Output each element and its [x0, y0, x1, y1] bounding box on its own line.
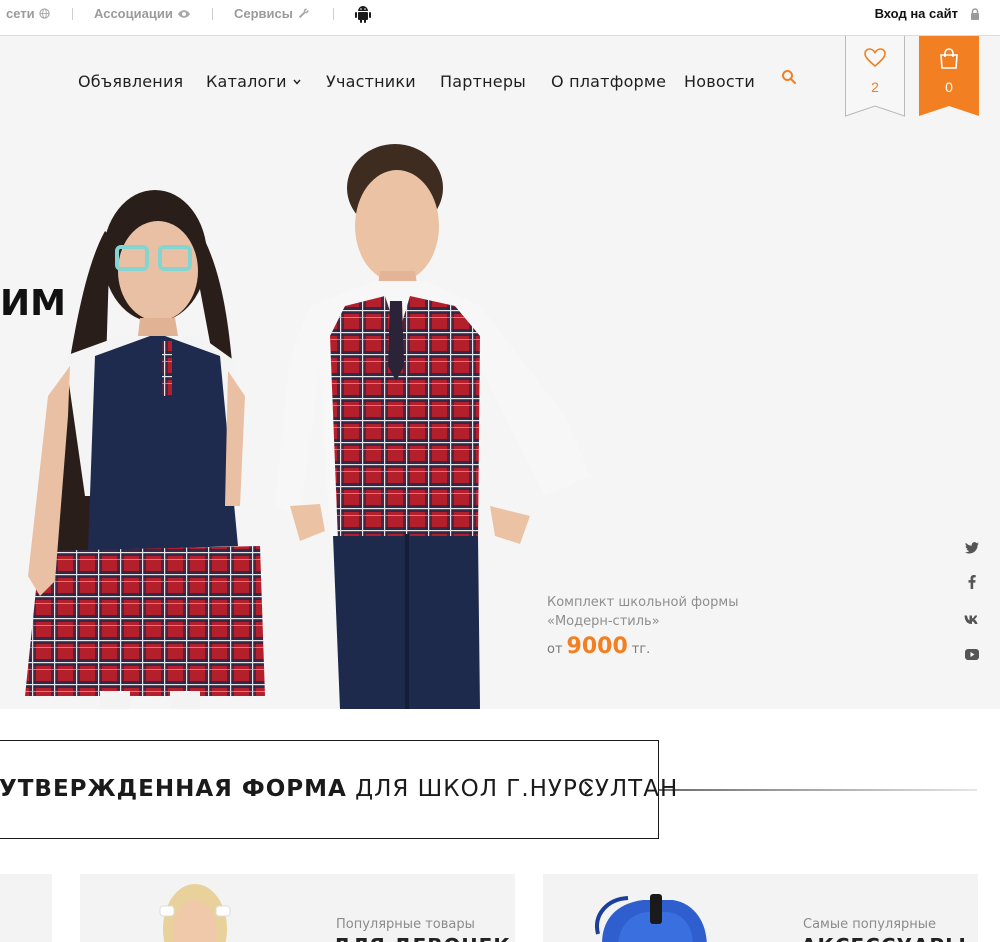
twitter-icon — [965, 542, 979, 554]
cart-button[interactable]: 0 — [919, 36, 979, 118]
product-caption-line1: Комплект школьной формы — [547, 595, 739, 610]
top-utility-bar: сети Ассоциации Сервисы Вход на сайт — [0, 0, 1000, 36]
nav-item-catalogs[interactable]: Каталоги — [206, 72, 301, 91]
chevron-right-icon — [584, 781, 593, 795]
category-card[interactable] — [0, 874, 52, 942]
nav-item-news[interactable]: Новости — [684, 72, 755, 91]
nav-item-partners[interactable]: Партнеры — [440, 72, 526, 91]
banner-bold-text: УТВЕРЖДЕННАЯ ФОРМА — [0, 776, 347, 802]
card-accessories-label: Самые популярные — [803, 917, 937, 932]
girl-figure — [25, 190, 265, 709]
cart-count: 0 — [945, 79, 953, 95]
divider — [333, 8, 334, 20]
android-app-link[interactable] — [354, 4, 372, 29]
vk-icon — [964, 615, 978, 624]
heart-icon — [864, 48, 886, 68]
category-card-accessories[interactable]: Самые популярные АКСЕССУАРЫ — [543, 874, 978, 942]
favorites-button[interactable]: 2 — [845, 36, 905, 118]
card-accessories-title: АКСЕССУАРЫ — [801, 934, 967, 942]
chevron-down-icon — [293, 79, 301, 85]
card-girls-title: ДЛЯ ДЕВОЧЕК — [333, 934, 511, 942]
nav-item-members[interactable]: Участники — [326, 72, 416, 91]
banner-text: УТВЕРЖДЕННАЯ ФОРМА ДЛЯ ШКОЛ Г.НУРСУЛТАН — [0, 776, 678, 802]
nav-item-catalogs-label: Каталоги — [206, 72, 287, 91]
facebook-link[interactable] — [962, 575, 982, 594]
associations-link[interactable]: Ассоциации — [94, 6, 191, 21]
banner-divider-line — [659, 789, 977, 791]
eye-icon — [177, 9, 190, 18]
boy-figure — [275, 144, 590, 709]
nav-item-about[interactable]: О платформе — [551, 72, 666, 91]
search-button[interactable] — [781, 69, 797, 90]
divider — [212, 8, 213, 20]
search-icon — [782, 70, 797, 85]
card-girls-label: Популярные товары — [336, 917, 475, 932]
services-label: Сервисы — [234, 6, 293, 21]
favorites-count: 2 — [871, 79, 879, 95]
hero-section — [0, 36, 1000, 709]
twitter-link[interactable] — [962, 541, 982, 559]
associations-label: Ассоциации — [94, 6, 173, 21]
networks-label: сети — [6, 6, 35, 21]
youtube-icon — [965, 649, 979, 660]
android-icon — [355, 6, 371, 23]
networks-link[interactable]: сети — [6, 6, 50, 21]
hero-image — [25, 144, 590, 709]
hero-heading: ИМ — [0, 283, 66, 324]
category-card-girls[interactable]: Популярные товары ДЛЯ ДЕВОЧЕК — [80, 874, 515, 942]
facebook-icon — [968, 575, 976, 589]
price-value: 9000 — [566, 634, 628, 659]
product-caption[interactable]: Комплект школьной формы «Модерн-стиль» — [547, 593, 738, 631]
youtube-link[interactable] — [962, 647, 982, 665]
backpack-thumbnail-image — [595, 894, 707, 942]
product-price: от 9000 тг. — [547, 634, 650, 659]
wrench-icon — [298, 8, 309, 19]
approved-uniform-banner[interactable]: УТВЕРЖДЕННАЯ ФОРМА ДЛЯ ШКОЛ Г.НУРСУЛТАН — [0, 740, 677, 839]
login-link[interactable]: Вход на сайт — [875, 6, 980, 21]
vk-link[interactable] — [962, 612, 982, 630]
banner-regular-text: ДЛЯ ШКОЛ Г.НУРСУЛТАН — [346, 776, 679, 802]
price-prefix: от — [547, 642, 563, 657]
main-navigation: Объявления Каталоги Участники Партнеры О… — [0, 36, 1000, 126]
product-caption-line2: «Модерн-стиль» — [547, 614, 660, 629]
price-currency: тг. — [631, 642, 651, 657]
shopping-bag-icon — [940, 48, 958, 69]
login-label: Вход на сайт — [874, 6, 958, 21]
globe-icon — [38, 8, 50, 19]
lock-icon — [971, 7, 979, 20]
services-link[interactable]: Сервисы — [234, 6, 310, 21]
nav-item-ads[interactable]: Объявления — [78, 72, 183, 91]
divider — [72, 8, 73, 20]
girl-thumbnail-image — [159, 884, 231, 942]
